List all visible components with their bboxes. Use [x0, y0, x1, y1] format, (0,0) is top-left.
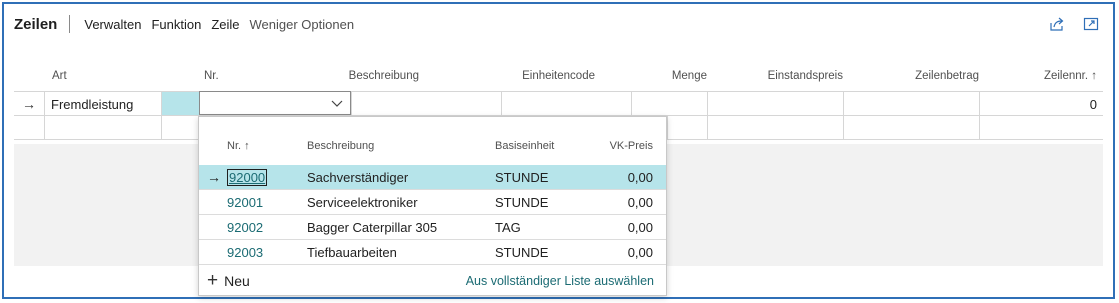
col-header-menge[interactable]: Menge: [631, 62, 707, 90]
cell-einheitencode[interactable]: [501, 92, 631, 116]
lookup-beschreibung: Tiefbauarbeiten: [307, 244, 397, 260]
expand-icon[interactable]: [1083, 16, 1099, 32]
row-divider: [199, 264, 666, 265]
cell-zeilenbetrag[interactable]: [843, 92, 979, 116]
menu-funktion[interactable]: Funktion: [151, 17, 201, 32]
menu-verwalten[interactable]: Verwalten: [84, 17, 141, 32]
lookup-row[interactable]: 92001 Serviceelektroniker STUNDE 0,00: [199, 190, 666, 214]
lookup-nr-link[interactable]: 92000: [227, 165, 268, 189]
lookup-row[interactable]: 92002 Bagger Caterpillar 305 TAG 0,00: [199, 215, 666, 239]
lookup-nr[interactable]: 92000: [227, 168, 268, 186]
col-header-beschreibung[interactable]: Beschreibung: [349, 62, 419, 90]
nr-combobox[interactable]: [199, 91, 351, 115]
plus-icon: +: [207, 270, 219, 291]
col-header-zeilenbetrag[interactable]: Zeilenbetrag: [843, 62, 979, 90]
cell-zeilennr[interactable]: 0: [979, 92, 1103, 116]
lookup-row[interactable]: 92003 Tiefbauarbeiten STUNDE 0,00: [199, 240, 666, 264]
cell-zeilenbetrag[interactable]: [843, 116, 979, 140]
col-header-einstandspreis[interactable]: Einstandspreis: [707, 62, 843, 90]
select-from-full-list-link[interactable]: Aus vollständiger Liste auswählen: [466, 274, 654, 288]
lookup-vk-preis: 0,00: [627, 244, 653, 260]
table-row-current[interactable]: → Fremdleistung 0: [14, 91, 1103, 116]
lookup-header-basiseinheit[interactable]: Basiseinheit: [495, 140, 554, 152]
lookup-basiseinheit: TAG: [495, 219, 521, 235]
lookup-beschreibung: Bagger Caterpillar 305: [307, 219, 438, 235]
col-header-zeilennr[interactable]: Zeilennr. ↑: [979, 62, 1097, 90]
cell-beschreibung[interactable]: [351, 92, 501, 116]
cell-menge[interactable]: [631, 92, 707, 116]
menu-weniger-optionen[interactable]: Weniger Optionen: [250, 17, 355, 32]
menu-zeile[interactable]: Zeile: [211, 17, 239, 32]
lookup-basiseinheit: STUNDE: [495, 194, 549, 210]
action-bar: Zeilen Verwalten Funktion Zeile Weniger …: [4, 4, 1113, 44]
title-divider: [69, 15, 71, 33]
lookup-vk-preis: 0,00: [627, 194, 653, 210]
chevron-down-icon[interactable]: [330, 96, 344, 113]
lookup-basiseinheit: STUNDE: [495, 244, 549, 260]
lookup-nr[interactable]: 92002: [227, 215, 263, 239]
nr-lookup-dropdown: Nr. ↑ Beschreibung Basiseinheit VK-Preis…: [198, 116, 667, 296]
new-label: Neu: [224, 273, 250, 289]
cell-einstandspreis[interactable]: [707, 116, 843, 140]
lookup-header-beschreibung[interactable]: Beschreibung: [307, 140, 374, 152]
lookup-nr[interactable]: 92001: [227, 190, 263, 214]
cell-art[interactable]: [44, 116, 161, 140]
new-button[interactable]: + Neu: [207, 271, 250, 291]
lookup-vk-preis: 0,00: [627, 169, 653, 185]
col-header-nr[interactable]: Nr.: [204, 62, 264, 90]
lookup-beschreibung: Sachverständiger: [307, 169, 409, 185]
lookup-beschreibung: Serviceelektroniker: [307, 194, 418, 210]
col-header-art[interactable]: Art: [52, 62, 172, 90]
lookup-row[interactable]: → 92000 Sachverständiger STUNDE 0,00: [199, 165, 666, 189]
cell-menge[interactable]: [667, 116, 707, 140]
lookup-footer: + Neu Aus vollständiger Liste auswählen: [199, 269, 666, 295]
lookup-basiseinheit: STUNDE: [495, 169, 549, 185]
cell-art-spacer: [161, 116, 201, 140]
lookup-header-vk-preis[interactable]: VK-Preis: [609, 140, 653, 152]
col-header-einheitencode[interactable]: Einheitencode: [501, 62, 595, 90]
row-selected-arrow-icon: →: [207, 169, 221, 185]
cell-zeilennr[interactable]: [979, 116, 1103, 140]
part-title: Zeilen: [14, 15, 58, 33]
lookup-header-nr[interactable]: Nr. ↑: [227, 140, 250, 152]
lines-part: Zeilen Verwalten Funktion Zeile Weniger …: [2, 2, 1115, 299]
share-icon[interactable]: [1049, 16, 1065, 32]
cell-einstandspreis[interactable]: [707, 92, 843, 116]
lookup-vk-preis: 0,00: [627, 219, 653, 235]
cell-art[interactable]: Fremdleistung: [44, 92, 161, 116]
row-indicator-icon: →: [22, 96, 36, 112]
lookup-nr[interactable]: 92003: [227, 240, 263, 264]
cell-art-spacer: [161, 92, 199, 116]
